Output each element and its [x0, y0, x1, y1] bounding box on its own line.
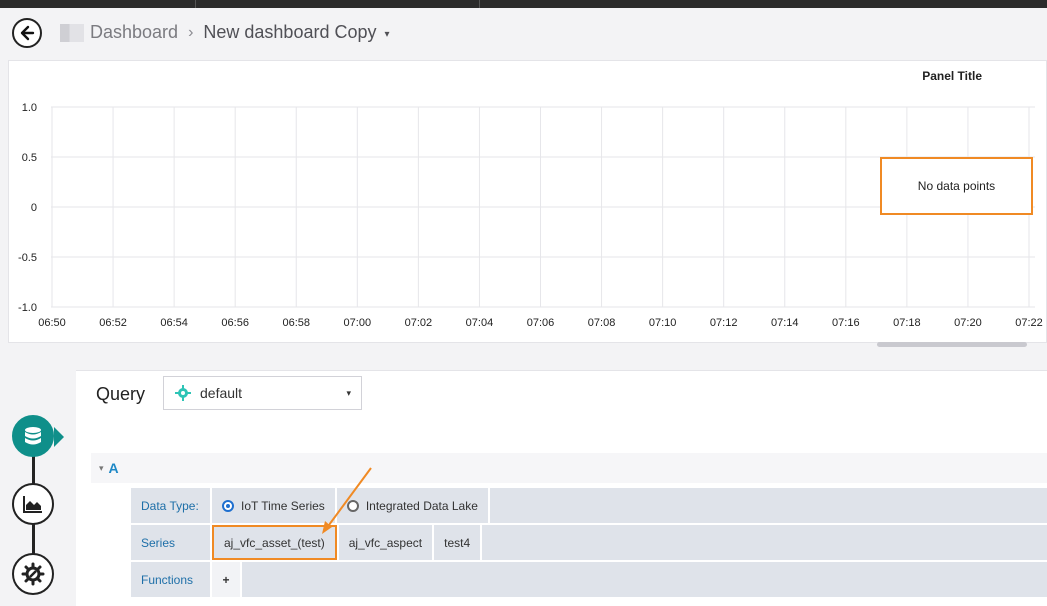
- query-editor: Query default ▾ ▾ A Data Type: IoT Time …: [76, 370, 1047, 606]
- nav-settings-button[interactable]: [12, 553, 54, 595]
- x-tick-label: 06:52: [99, 317, 127, 329]
- nav-active-pointer: [54, 427, 64, 447]
- editor-side-nav: [0, 405, 70, 605]
- y-tick-label: -0.5: [18, 252, 37, 264]
- x-tick-label: 06:50: [38, 317, 66, 329]
- gear-icon: [21, 562, 45, 586]
- database-icon: [25, 427, 41, 445]
- x-tick-label: 07:22: [1015, 317, 1043, 329]
- dashboard-title[interactable]: New dashboard Copy: [203, 22, 376, 43]
- title-caret-icon[interactable]: ▾: [385, 29, 390, 40]
- functions-row: Functions +: [131, 562, 1047, 597]
- y-tick-label: -1.0: [18, 302, 37, 314]
- graph-panel: 1.0 0.5 0 -0.5 -1.0 06:50 06:52 06:54 06:56 06:58…: [8, 60, 1047, 347]
- breadcrumb-dashboard-link[interactable]: Dashboard: [90, 22, 178, 43]
- x-tick-label: 07:20: [954, 317, 982, 329]
- top-strip: [0, 0, 1047, 8]
- breadcrumb: Dashboard › New dashboard Copy ▾: [60, 22, 390, 43]
- y-tick-label: 0: [31, 202, 37, 214]
- x-tick-label: 07:06: [527, 317, 555, 329]
- top-strip-segment: [196, 0, 480, 8]
- x-tick-label: 07:10: [649, 317, 677, 329]
- x-tick-label: 07:08: [588, 317, 616, 329]
- y-tick-label: 0.5: [22, 152, 37, 164]
- x-tick-label: 06:58: [282, 317, 310, 329]
- nav-queries-button[interactable]: [12, 415, 54, 457]
- breadcrumb-separator: ›: [188, 23, 194, 41]
- area-chart-icon: [23, 496, 42, 513]
- panel-horizontal-scrollbar[interactable]: [877, 342, 1027, 347]
- arrow-left-icon: [20, 25, 35, 41]
- top-strip-segment: [0, 0, 196, 8]
- x-tick-label: 06:56: [221, 317, 249, 329]
- annotation-arrow-line: [325, 467, 372, 530]
- y-tick-label: 1.0: [22, 102, 37, 114]
- back-button[interactable]: [12, 18, 42, 48]
- x-tick-label: 07:04: [466, 317, 494, 329]
- x-tick-label: 07:18: [893, 317, 921, 329]
- no-data-message: No data points: [880, 157, 1033, 215]
- row-filler: [489, 488, 1047, 523]
- row-filler: [242, 562, 1047, 597]
- x-tick-label: 07:02: [405, 317, 433, 329]
- annotation-arrow: [322, 467, 372, 534]
- org-logo: [60, 23, 84, 42]
- functions-label: Functions: [131, 562, 210, 597]
- x-tick-label: 07:00: [344, 317, 372, 329]
- dashboard-header: Dashboard › New dashboard Copy ▾: [0, 8, 1047, 60]
- panel-title[interactable]: Panel Title: [922, 69, 982, 83]
- x-tick-label: 06:54: [160, 317, 188, 329]
- x-tick-label: 07:12: [710, 317, 738, 329]
- row-filler: [482, 525, 1047, 560]
- x-tick-label: 07:16: [832, 317, 860, 329]
- add-function-button[interactable]: +: [212, 562, 240, 597]
- x-tick-label: 07:14: [771, 317, 799, 329]
- nav-visualization-button[interactable]: [12, 483, 54, 525]
